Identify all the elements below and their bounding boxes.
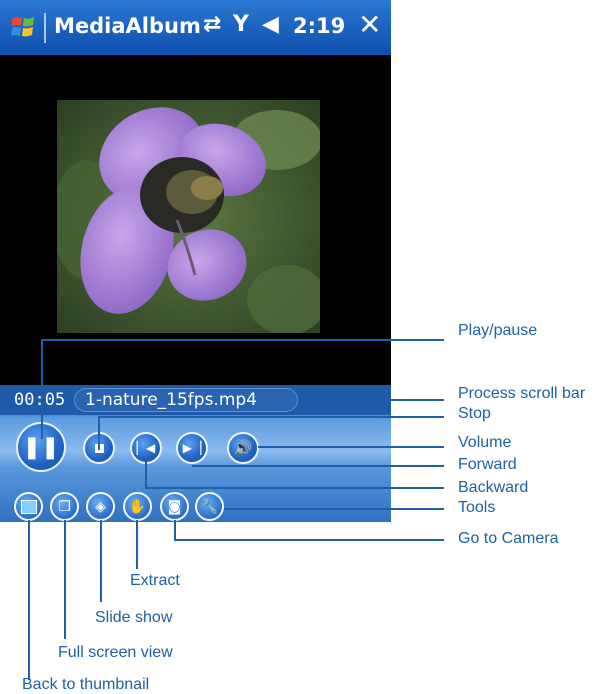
callout-line-stop-drop	[98, 416, 100, 450]
label-stop: Stop	[458, 405, 491, 422]
slide-show-button[interactable]: ◈	[86, 492, 115, 521]
callout-line-backward	[145, 487, 444, 489]
callout-line-extract	[136, 520, 138, 569]
label-full-screen-view: Full screen view	[58, 644, 173, 661]
callout-line-play-pause	[41, 339, 444, 341]
skip-forward-icon: ▶▕	[182, 441, 202, 455]
windows-start-icon[interactable]	[10, 14, 36, 40]
extract-icon: ✋	[128, 498, 147, 515]
callout-line-scroll-bar	[298, 399, 444, 401]
title-separator	[44, 13, 46, 43]
player-controls: 00:05 1-nature_15fps.mp4 ❚❚ ▏◀ ▶▕ 🔊 ❐ ◈	[0, 385, 391, 522]
skip-back-icon: ▏◀	[136, 441, 156, 455]
callout-line-play-pause-drop	[41, 339, 43, 439]
callout-line-slideshow	[100, 520, 102, 602]
device-screen: MediaAlbum ⇄ Y ◀ 2:19 ✕ 00:05 1-nature_1…	[0, 0, 391, 522]
back-to-thumbnail-button[interactable]	[14, 492, 43, 521]
label-slide-show: Slide show	[95, 609, 173, 626]
tools-button[interactable]: 🔧	[195, 492, 224, 521]
forward-button[interactable]: ▶▕	[176, 432, 208, 464]
title-bar: MediaAlbum ⇄ Y ◀ 2:19 ✕	[0, 0, 391, 55]
label-volume: Volume	[458, 434, 512, 451]
extract-button[interactable]: ✋	[123, 492, 152, 521]
label-process-scroll-bar: Process scroll bar	[458, 385, 586, 402]
speaker-icon[interactable]: ◀	[262, 12, 279, 37]
label-back-to-thumbnail: Back to thumbnail	[22, 676, 150, 693]
thumbnail-icon	[20, 499, 37, 514]
callout-line-camera	[174, 539, 444, 541]
label-go-to-camera: Go to Camera	[458, 530, 559, 547]
callout-line-volume	[258, 446, 444, 448]
signal-off-icon[interactable]: Y	[233, 12, 249, 37]
callout-line-thumbnail	[28, 520, 30, 680]
volume-button[interactable]: 🔊	[227, 432, 259, 464]
callout-line-tools	[224, 508, 444, 510]
full-screen-button[interactable]: ❐	[50, 492, 79, 521]
go-to-camera-button[interactable]: ◙	[160, 492, 189, 521]
clock[interactable]: 2:19	[293, 14, 345, 38]
label-play-pause: Play/pause	[458, 322, 538, 339]
callout-line-forward	[192, 465, 444, 467]
sync-disabled-icon[interactable]: ⇄	[203, 12, 221, 37]
callout-line-fullscreen	[64, 520, 66, 639]
callout-line-backward-drop	[145, 460, 147, 489]
label-extract: Extract	[130, 572, 180, 589]
full-screen-icon: ❐	[58, 498, 71, 515]
file-name: 1-nature_15fps.mp4	[85, 390, 257, 410]
camera-icon: ◙	[167, 498, 182, 515]
label-tools: Tools	[458, 499, 496, 516]
slide-show-icon: ◈	[95, 498, 106, 515]
label-backward: Backward	[458, 479, 529, 496]
process-scroll-bar[interactable]: 1-nature_15fps.mp4	[74, 388, 298, 412]
callout-line-camera-drop	[174, 520, 176, 541]
close-button[interactable]: ✕	[358, 10, 381, 40]
callout-line-stop	[98, 416, 444, 418]
app-title: MediaAlbum	[54, 14, 201, 38]
label-forward: Forward	[458, 456, 517, 473]
volume-icon: 🔊	[233, 439, 253, 457]
elapsed-time: 00:05	[14, 390, 66, 410]
wrench-icon: 🔧	[200, 498, 219, 515]
video-frame-image	[57, 100, 320, 333]
